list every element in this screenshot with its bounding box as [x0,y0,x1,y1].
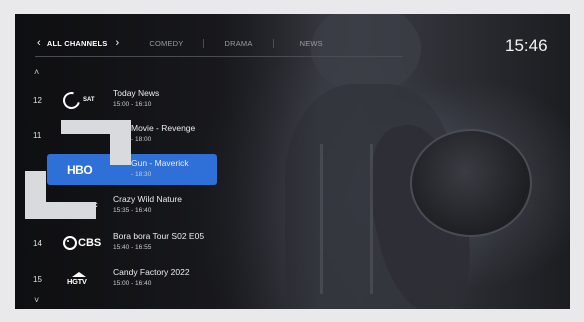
channel-number: 12 [33,96,42,105]
program-time: 15:40 - 16:55 [113,244,152,251]
overlay-shape [25,202,96,219]
channel-logo: CBS [63,234,111,252]
channel-row[interactable]: 14 CBS Bora bora Tour S02 E05 15:40 - 16… [25,228,225,258]
program-time: 15:00 - 16:10 [113,101,152,108]
channel-number: 11 [33,131,42,140]
program-time: 15:00 - 16:40 [113,280,152,287]
program-title: Today News [113,88,160,98]
category-comedy[interactable]: COMEDY [149,39,183,48]
category-all-channels[interactable]: ALL CHANNELS [47,39,108,48]
sat-logo-icon [59,88,84,112]
program-time: 15:35 - 16:40 [113,207,152,214]
clock: 15:46 [505,36,548,55]
channel-row[interactable]: 15 HGTV Candy Factory 2022 15:00 - 16:40 [25,264,225,294]
program-time: - 18:00 [131,136,152,143]
tv-screen: ‹ ALL CHANNELS › COMEDY DRAMA NEWS 15:46… [15,14,570,309]
channel-logo-text: CBS [78,237,102,249]
chevron-right-icon[interactable]: › [115,37,119,49]
channel-logo-text: SAT [83,97,95,103]
program-time: - 18:30 [131,171,152,178]
channel-logo: SAT [59,88,111,112]
cbs-eye-icon [63,236,77,250]
category-divider [203,38,205,48]
channel-logo: HBO [67,161,115,179]
category-nav: ‹ ALL CHANNELS › COMEDY DRAMA NEWS [37,35,323,51]
category-divider [272,38,274,48]
chevron-down-icon[interactable]: ˅ [34,295,39,305]
hgtv-house-icon: HGTV [67,272,89,286]
program-title: Movie - Revenge [131,123,196,133]
hbo-logo: HBO [67,163,93,177]
overlay-shape [110,120,131,165]
program-title: Bora bora Tour S02 E05 [113,231,205,241]
program-title: Gun - Maverick [131,158,189,168]
nav-underline [35,56,403,57]
channel-row[interactable]: 12 SAT Today News 15:00 - 16:10 [25,85,225,115]
chevron-left-icon[interactable]: ‹ [37,37,41,49]
channel-logo-text: HGTV [67,277,87,286]
category-drama[interactable]: DRAMA [224,39,252,48]
channel-number: 14 [33,239,42,248]
chevron-up-icon[interactable]: ˄ [34,67,39,77]
program-title: Crazy Wild Nature [113,194,182,204]
category-news[interactable]: NEWS [300,39,323,48]
channel-number: 15 [33,275,42,284]
program-title: Candy Factory 2022 [113,267,190,277]
channel-logo: HGTV [67,270,117,288]
